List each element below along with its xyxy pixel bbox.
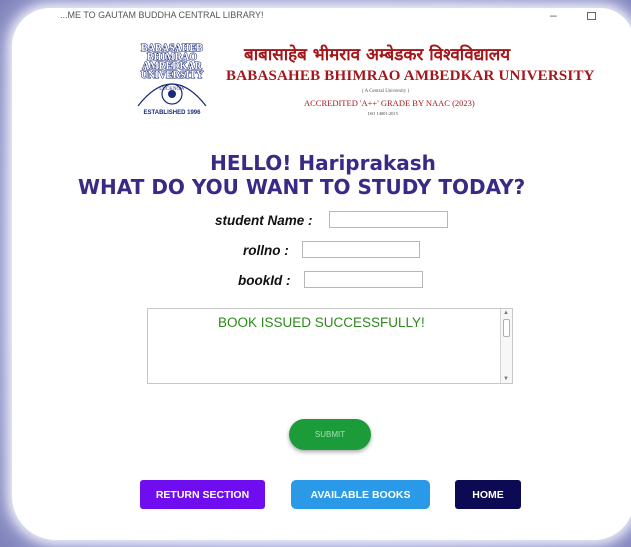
rollno-input[interactable]	[302, 241, 420, 258]
student-name-input[interactable]	[329, 211, 448, 228]
submit-button[interactable]: SUBMIT	[289, 419, 371, 450]
maximize-icon[interactable]	[587, 12, 596, 20]
success-message: BOOK ISSUED SUCCESSFULLY!	[218, 315, 425, 330]
scroll-down-icon[interactable]: ▼	[503, 376, 509, 382]
home-button[interactable]: HOME	[455, 480, 521, 509]
logo-line-4: UNIVERSITY	[141, 70, 205, 81]
scroll-thumb[interactable]	[503, 319, 510, 337]
logo-city: LUCKNOW	[159, 87, 185, 92]
accreditation-text: ACCREDITED 'A++' GRADE BY NAAC (2023)	[304, 98, 475, 108]
university-logo: BABASAHEB BHIMRAO AMBEDKAR UNIVERSITY LU…	[137, 42, 207, 116]
central-university-tag: ( A Central University )	[362, 89, 410, 94]
greeting-heading: HELLO! Hariprakash	[210, 151, 436, 175]
output-textarea[interactable]: BOOK ISSUED SUCCESSFULLY! ▲ ▼	[147, 308, 513, 384]
scroll-up-icon[interactable]: ▲	[503, 310, 509, 316]
university-name-hindi: बाबासाहेब भीमराव अम्बेडकर विश्वविद्यालय	[244, 45, 511, 65]
university-name-english: BABASAHEB BHIMRAO AMBEDKAR UNIVERSITY	[226, 68, 595, 84]
output-scrollbar[interactable]: ▲ ▼	[500, 309, 512, 383]
student-name-label: student Name :	[215, 213, 313, 228]
iso-text: ISO 14001:2015	[368, 111, 398, 116]
logo-established: ESTABLISHED 1996	[144, 110, 202, 116]
available-books-button[interactable]: AVAILABLE BOOKS	[291, 480, 430, 509]
bookid-label: bookId :	[238, 273, 291, 288]
minimize-icon[interactable]: –	[550, 8, 557, 22]
rollno-label: rollno :	[243, 243, 289, 258]
window-title: ...ME TO GAUTAM BUDDHA CENTRAL LIBRARY!	[60, 10, 264, 20]
return-section-button[interactable]: RETURN SECTION	[140, 480, 265, 509]
library-window: ...ME TO GAUTAM BUDDHA CENTRAL LIBRARY! …	[12, 8, 631, 540]
bookid-input[interactable]	[304, 271, 423, 288]
study-question-heading: WHAT DO YOU WANT TO STUDY TODAY?	[78, 175, 526, 199]
